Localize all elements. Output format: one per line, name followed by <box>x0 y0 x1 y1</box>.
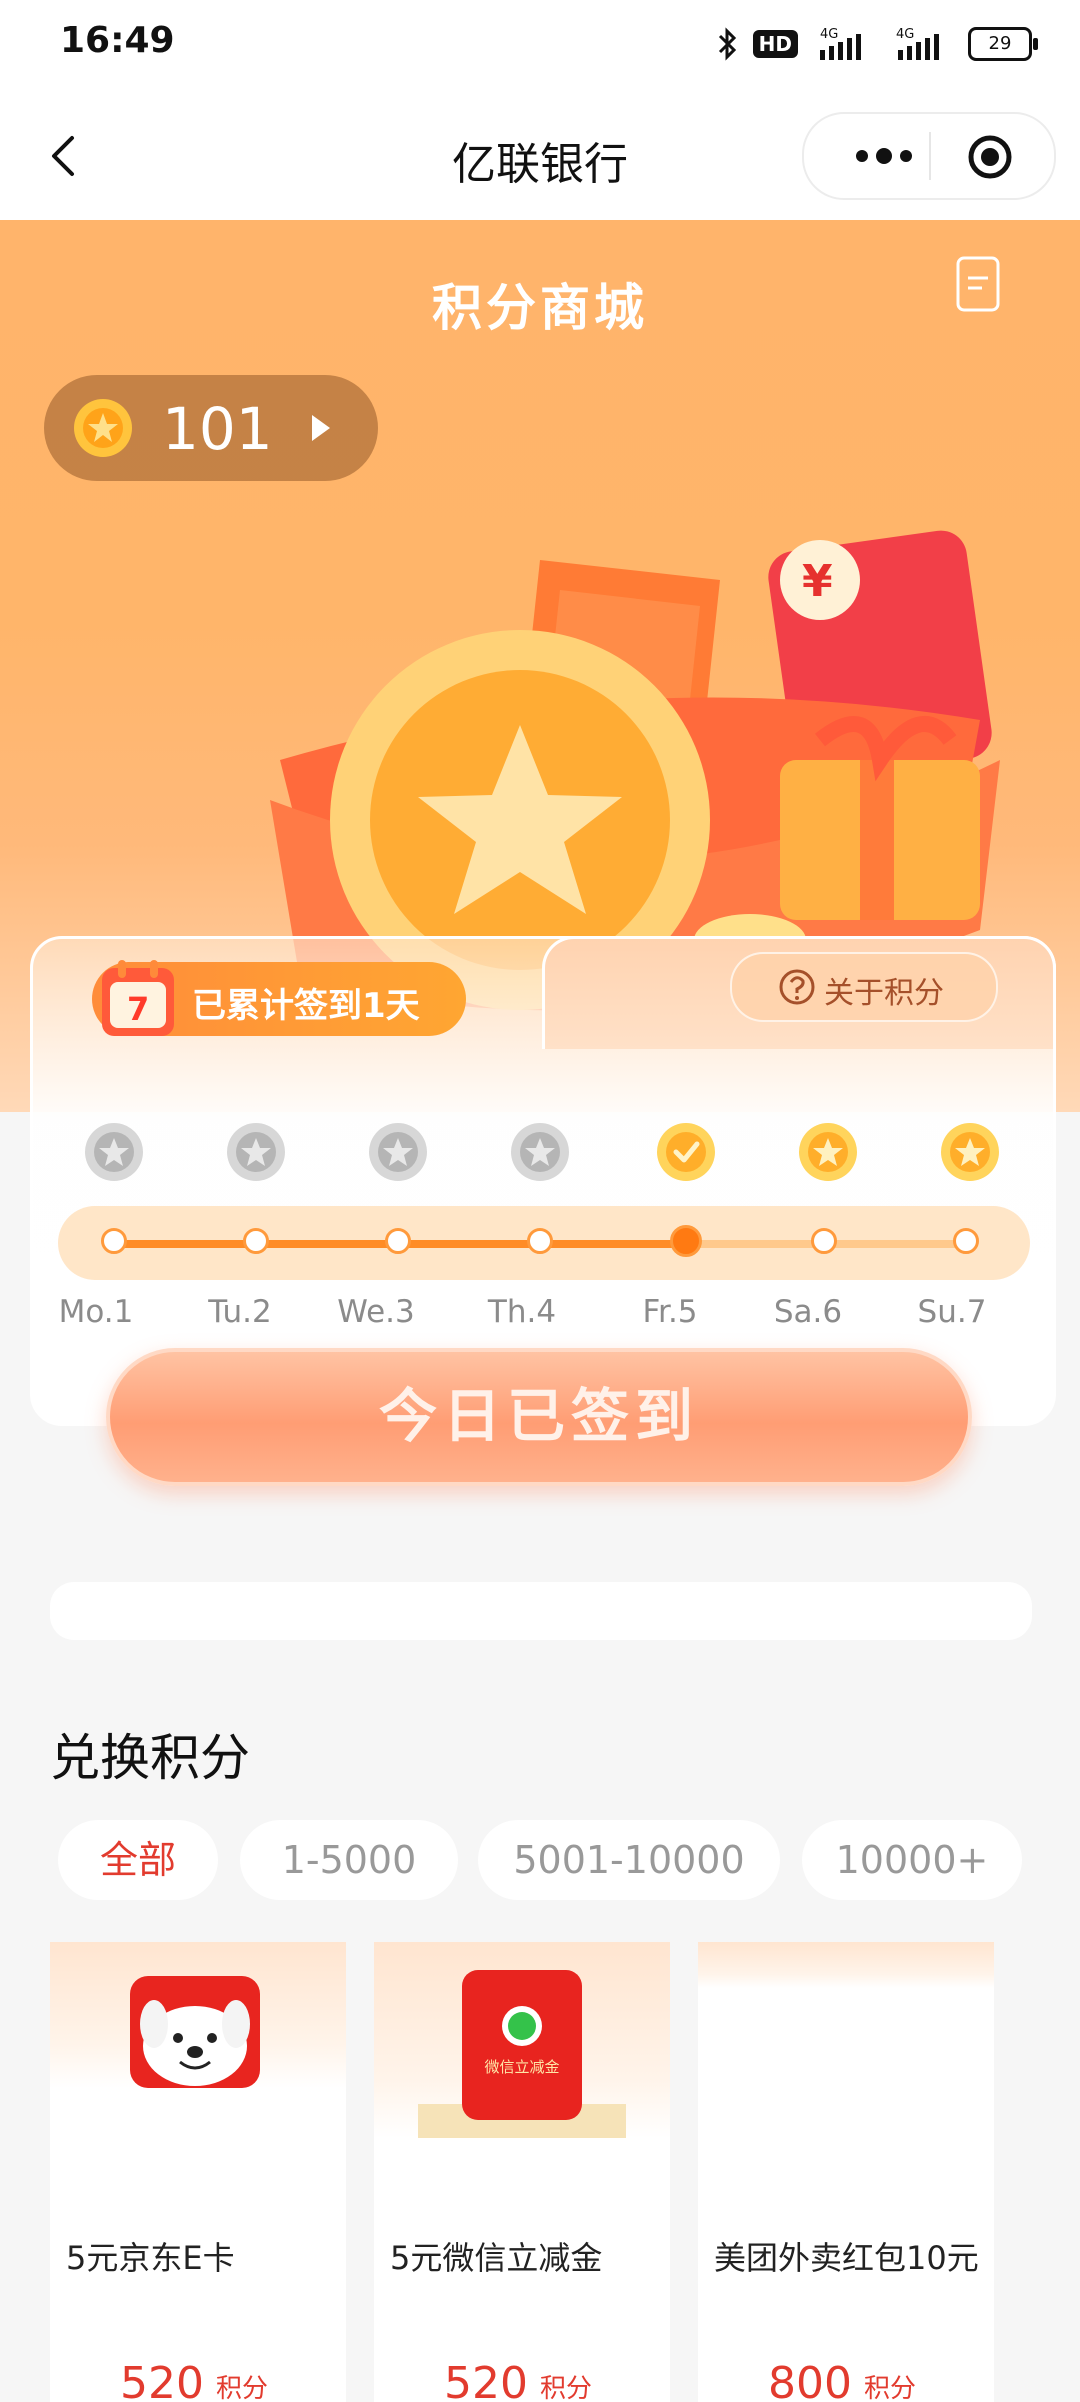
calendar-icon: 7 <box>102 960 174 1036</box>
day-status-icons <box>62 1120 1022 1184</box>
track-dot <box>385 1228 411 1254</box>
star-coin-icon <box>799 1123 857 1181</box>
about-points-label: 关于积分 <box>824 976 944 1011</box>
product-card[interactable]: 微信立减金 5元微信立减金 520 积分 <box>374 1942 670 2402</box>
points-value: 101 <box>162 395 273 463</box>
product-name: 5元京东E卡 <box>66 2239 235 2277</box>
day-label-sat: Sa.6 <box>773 1294 843 1330</box>
check-coin-icon <box>657 1123 715 1181</box>
coin-icon <box>74 399 132 457</box>
star-coin-icon-gray <box>369 1123 427 1181</box>
product-name: 美团外卖红包10元 <box>714 2239 979 2277</box>
calendar-number: 7 <box>127 990 149 1028</box>
track-dot <box>101 1228 127 1254</box>
hero-title: 积分商城 <box>432 279 648 337</box>
product-name: 5元微信立减金 <box>390 2239 603 2277</box>
svg-text:4G: 4G <box>820 27 838 42</box>
checkin-progress-track <box>58 1206 1030 1280</box>
star-coin-icon-gray <box>227 1123 285 1181</box>
product-price-unit: 积分 <box>540 2374 593 2402</box>
battery-icon: 29 <box>968 27 1038 61</box>
filter-tab-10000-plus[interactable]: 10000+ <box>802 1820 1022 1900</box>
jd-dog-icon <box>130 1976 260 2088</box>
caret-right-icon <box>312 415 330 441</box>
more-icon[interactable] <box>844 138 924 174</box>
signal-icon-2: 4G <box>896 27 939 60</box>
day-label-sun: Su.7 <box>917 1294 987 1330</box>
filter-tab-5001-10000[interactable]: 5001-10000 <box>478 1820 780 1900</box>
hd-badge: HD <box>752 30 798 58</box>
star-coin-icon-gray <box>85 1123 143 1181</box>
points-balance-pill[interactable]: 101 <box>44 375 378 481</box>
checkin-button[interactable]: 今日已签到 <box>106 1348 972 1486</box>
product-card[interactable]: 美团外卖红包10元 800 积分 <box>698 1942 994 2402</box>
day-label-mon: Mo.1 <box>58 1294 134 1330</box>
svg-text:4G: 4G <box>896 27 914 42</box>
rules-document-icon[interactable] <box>954 254 1002 314</box>
checkin-button-label: 今日已签到 <box>378 1382 699 1450</box>
track-dot <box>243 1228 269 1254</box>
product-image: 微信立减金 <box>374 1942 670 2138</box>
filter-tab-1-5000[interactable]: 1-5000 <box>240 1820 458 1900</box>
status-time: 16:49 <box>60 20 175 61</box>
bluetooth-icon <box>718 27 736 61</box>
product-image <box>698 1942 994 1988</box>
track-dot <box>811 1228 837 1254</box>
filter-tab-all[interactable]: 全部 <box>58 1820 218 1900</box>
product-price-unit: 积分 <box>216 2374 269 2402</box>
track-dot-today <box>670 1225 702 1257</box>
day-label-tue: Tu.2 <box>208 1294 272 1330</box>
status-icons: HD 4G 4G 29 <box>717 22 1038 66</box>
app-header: 亿联银行 <box>0 90 1080 220</box>
exchange-section-title: 兑换积分 <box>50 1729 250 1787</box>
product-price: 520 <box>120 2358 204 2402</box>
star-coin-icon-gray <box>511 1123 569 1181</box>
signal-icon: 4G <box>820 27 861 60</box>
status-bar: 16:49 HD 4G 4G 29 <box>0 0 1080 90</box>
track-dot <box>527 1228 553 1254</box>
day-label-fri: Fr.5 <box>642 1294 698 1330</box>
about-points-button[interactable]: 关于积分 <box>730 952 998 1022</box>
mini-program-capsule <box>802 112 1056 200</box>
svg-text:¥: ¥ <box>802 556 833 607</box>
close-mini-program-icon[interactable] <box>967 134 1013 180</box>
product-price: 800 <box>768 2358 852 2402</box>
blank-banner <box>50 1582 1032 1640</box>
track-dot <box>953 1228 979 1254</box>
streak-text: 已累计签到1天 <box>192 986 420 1026</box>
product-card[interactable]: 5元京东E卡 520 积分 <box>50 1942 346 2402</box>
product-price: 520 <box>444 2358 528 2402</box>
product-price-unit: 积分 <box>864 2374 917 2402</box>
question-circle-icon <box>779 969 815 1005</box>
envelope-label: 微信立减金 <box>484 2058 559 2076</box>
day-label-wed: We.3 <box>337 1294 415 1330</box>
wechat-red-envelope-icon: 微信立减金 <box>418 1970 626 2138</box>
product-image <box>50 1942 346 2088</box>
capsule-divider <box>929 132 931 180</box>
star-coin-icon <box>941 1123 999 1181</box>
day-label-thu: Th.4 <box>487 1294 557 1330</box>
